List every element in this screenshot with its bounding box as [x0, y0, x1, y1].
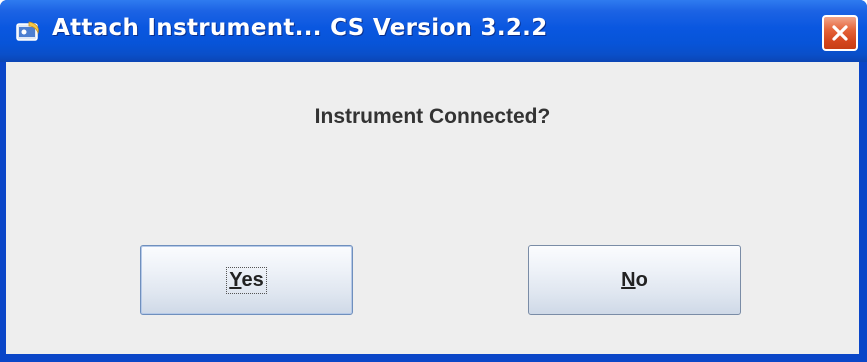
yes-button[interactable]: Yes [140, 245, 353, 315]
window-title: Attach Instrument... CS Version 3.2.2 [52, 15, 548, 41]
no-label-rest: o [635, 268, 648, 291]
close-icon [832, 25, 848, 41]
dialog-window: Attach Instrument... CS Version 3.2.2 In… [0, 0, 867, 362]
yes-label-rest: es [241, 268, 264, 291]
no-button-label: No [621, 269, 648, 292]
no-mnemonic: N [621, 268, 636, 291]
dialog-body: Instrument Connected? Yes No [6, 62, 859, 354]
close-button[interactable] [822, 15, 858, 51]
yes-button-label: Yes [226, 266, 267, 294]
java-app-icon [16, 21, 39, 41]
dialog-message: Instrument Connected? [314, 105, 551, 128]
yes-mnemonic: Y [229, 268, 242, 291]
title-bar[interactable]: Attach Instrument... CS Version 3.2.2 [0, 0, 867, 62]
no-button[interactable]: No [528, 245, 741, 315]
